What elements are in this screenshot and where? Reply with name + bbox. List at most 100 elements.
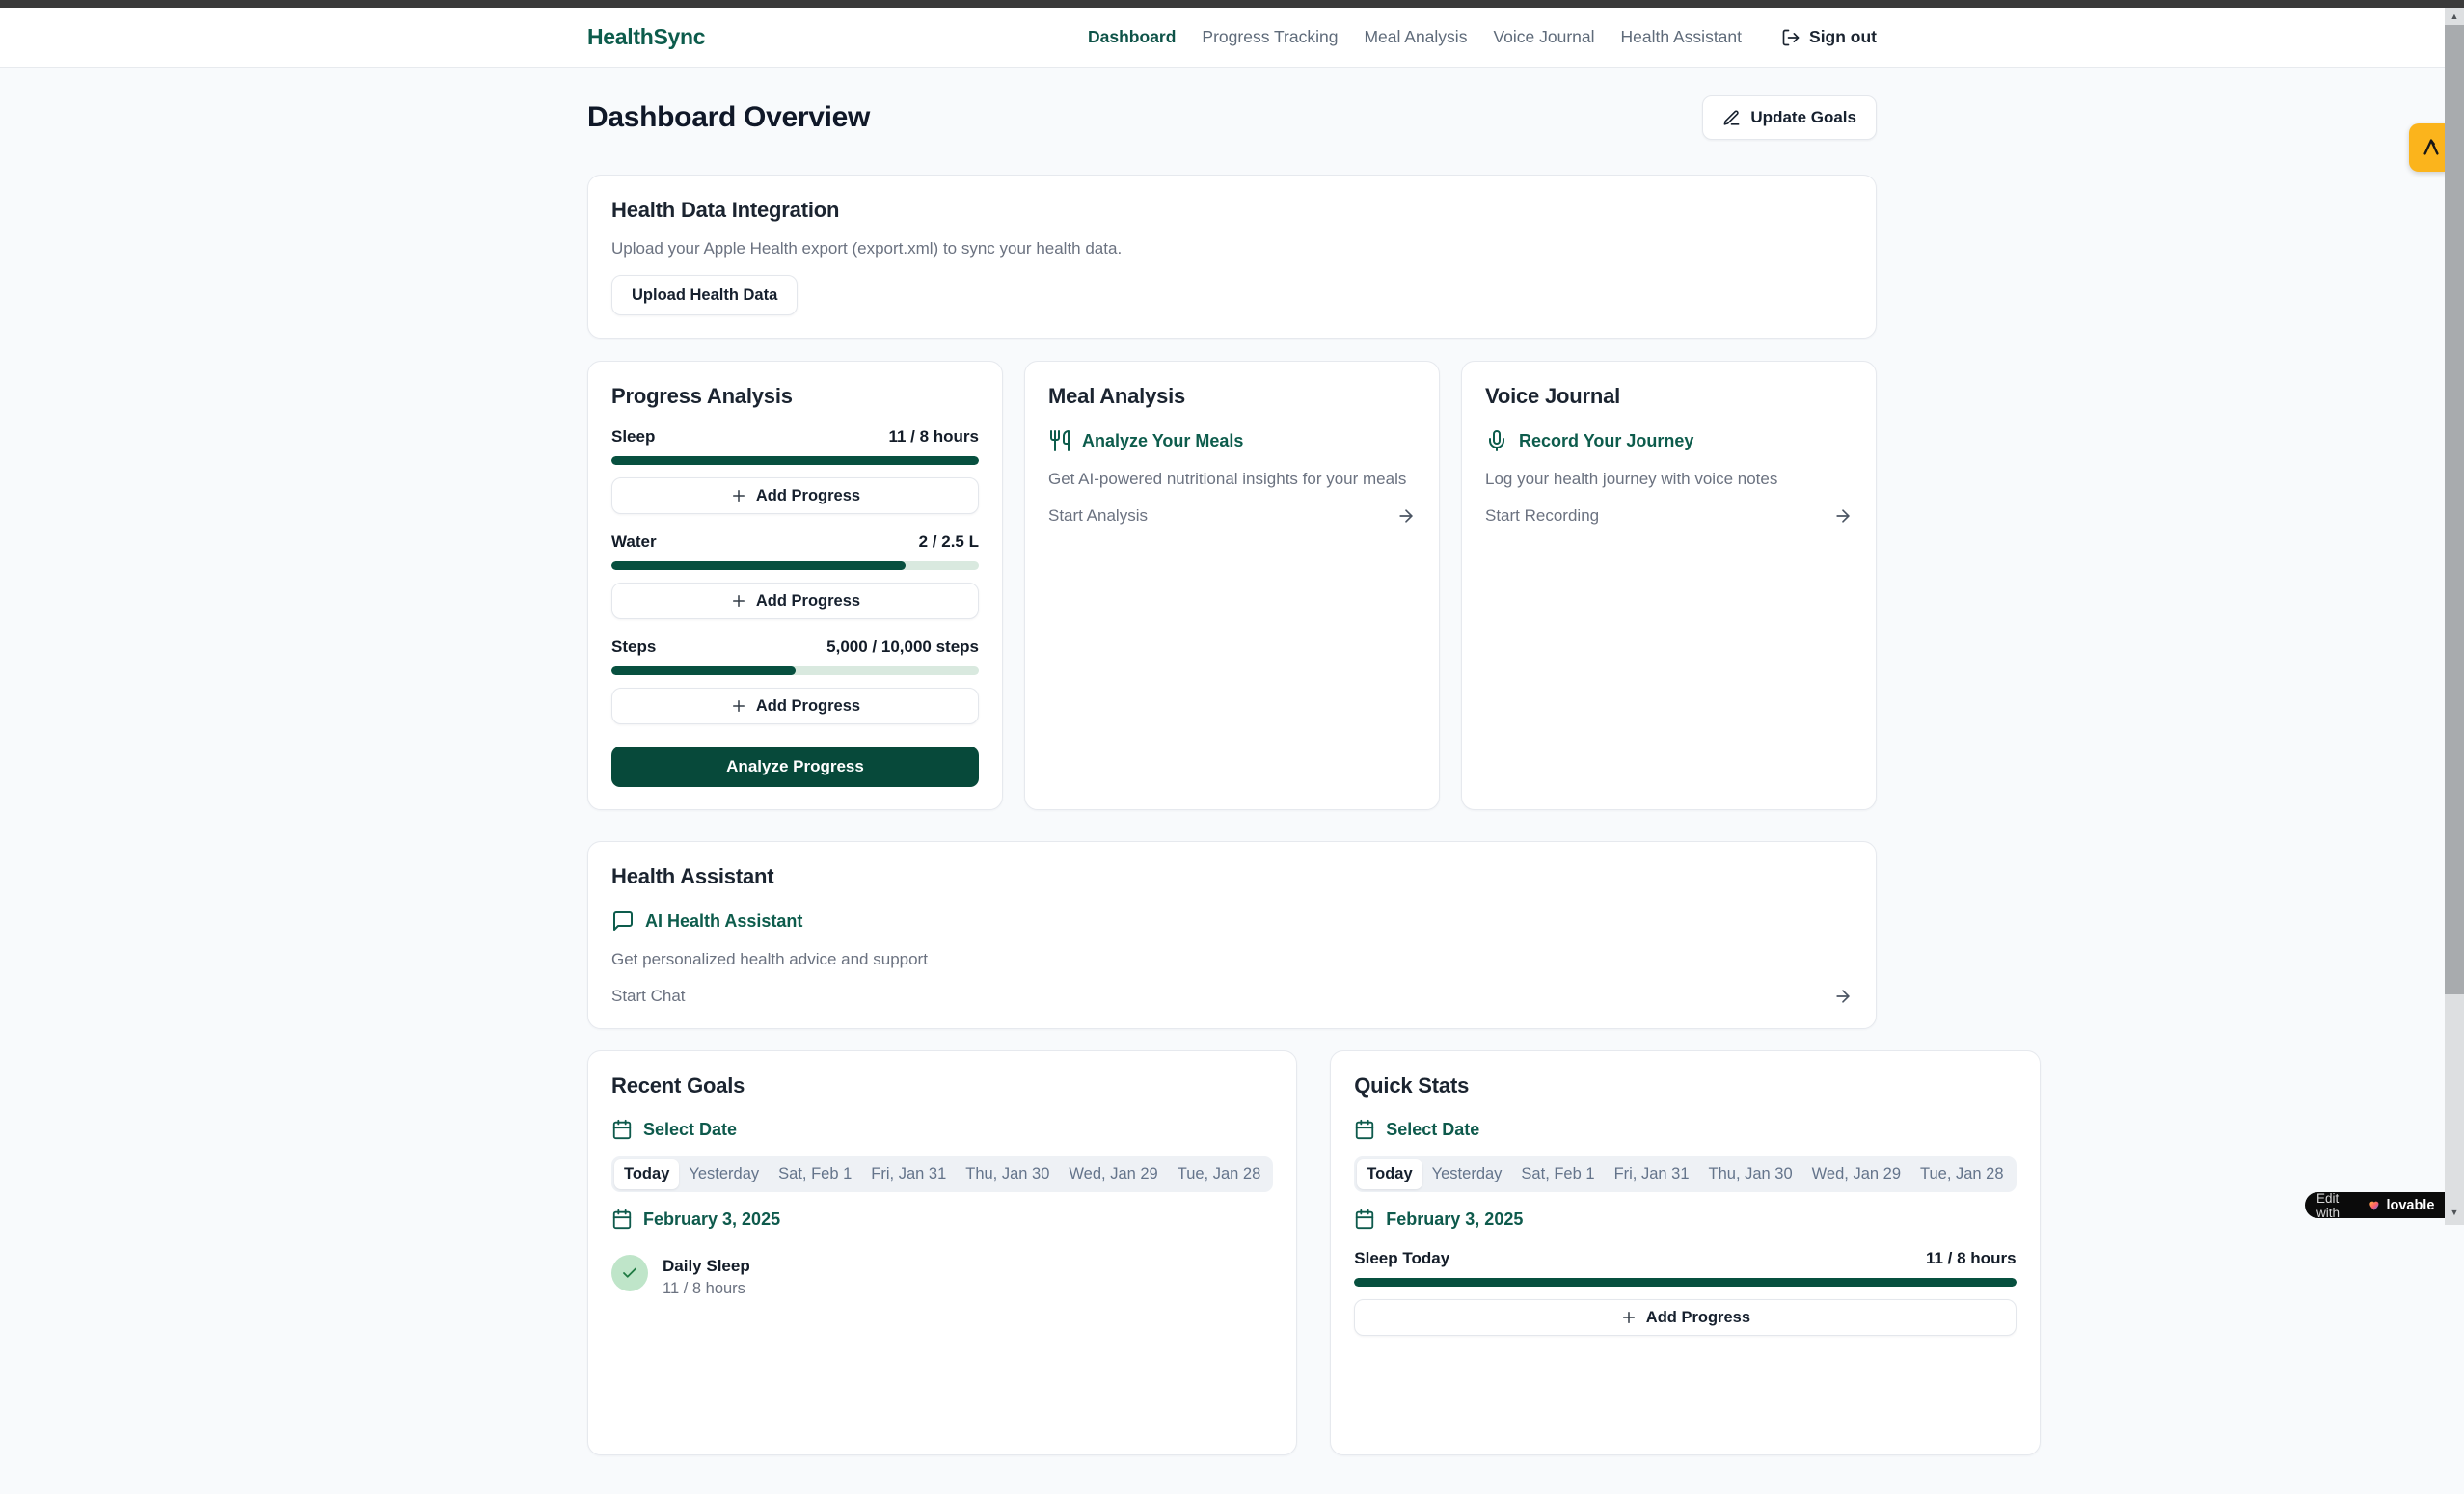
date-tabs-goals: Today Yesterday Sat, Feb 1 Fri, Jan 31 T… [611,1156,1273,1192]
metric-water: Water 2 / 2.5 L Add Progress [611,532,979,619]
tab-thu-jan-30[interactable]: Thu, Jan 30 [956,1159,1059,1189]
plus-icon [730,487,747,504]
tab-fri-jan-31[interactable]: Fri, Jan 31 [1605,1159,1699,1189]
goal-entry-daily-sleep: Daily Sleep 11 / 8 hours [611,1255,1273,1298]
health-assistant-title: Health Assistant [611,864,1853,889]
select-date-button-goals[interactable]: Select Date [611,1119,1273,1140]
tab-thu-jan-30[interactable]: Thu, Jan 30 [1699,1159,1802,1189]
start-analysis-action[interactable]: Start Analysis [1048,506,1416,526]
progress-analysis-title: Progress Analysis [611,384,979,409]
tab-yesterday[interactable]: Yesterday [679,1159,769,1189]
metric-value: 11 / 8 hours [888,427,979,447]
metric-label: Water [611,532,657,552]
record-your-journey-link[interactable]: Record Your Journey [1485,429,1853,452]
current-date-goals: February 3, 2025 [611,1209,1273,1230]
analyze-progress-button[interactable]: Analyze Progress [611,747,979,787]
update-goals-button[interactable]: Update Goals [1702,95,1877,140]
pencil-icon [1722,109,1741,127]
metric-steps: Steps 5,000 / 10,000 steps Add Progress [611,638,979,724]
health-assistant-description: Get personalized health advice and suppo… [611,950,1853,969]
ai-health-assistant-link[interactable]: AI Health Assistant [611,910,1853,933]
scroll-down-arrow[interactable]: ▼ [2445,1204,2464,1221]
utensils-icon [1048,429,1071,452]
record-your-journey-label: Record Your Journey [1519,431,1693,451]
add-progress-button-sleep[interactable]: Add Progress [611,477,979,514]
calendar-icon [611,1119,633,1140]
metric-sleep: Sleep 11 / 8 hours Add Progress [611,427,979,514]
analyze-your-meals-link[interactable]: Analyze Your Meals [1048,429,1416,452]
vertical-scrollbar[interactable]: ▲ ▼ [2445,8,2464,1225]
metric-label: Sleep Today [1354,1249,1449,1268]
start-chat-label: Start Chat [611,987,686,1006]
date-tabs-stats: Today Yesterday Sat, Feb 1 Fri, Jan 31 T… [1354,1156,2016,1192]
add-progress-label: Add Progress [756,592,860,611]
metric-label: Steps [611,638,656,657]
scrollbar-thumb[interactable] [2445,25,2464,994]
app-header: HealthSync Dashboard Progress Tracking M… [0,8,2464,68]
metric-label: Sleep [611,427,655,447]
tab-wed-jan-29[interactable]: Wed, Jan 29 [1802,1159,1910,1189]
logout-icon [1781,28,1801,47]
start-recording-action[interactable]: Start Recording [1485,506,1853,526]
calendar-icon [1354,1209,1375,1230]
add-progress-button-sleep-today[interactable]: Add Progress [1354,1299,2016,1336]
voice-journal-title: Voice Journal [1485,384,1853,409]
start-analysis-label: Start Analysis [1048,506,1148,526]
voice-journal-card: Voice Journal Record Your Journey Log yo… [1461,361,1877,810]
goal-complete-badge [611,1255,648,1291]
tab-today[interactable]: Today [1357,1159,1422,1189]
plus-icon [1620,1309,1638,1326]
nav-health-assistant[interactable]: Health Assistant [1621,27,1742,47]
quick-stats-title: Quick Stats [1354,1073,2016,1099]
health-data-integration-card: Health Data Integration Upload your Appl… [587,175,1877,339]
current-date-label: February 3, 2025 [1386,1209,1523,1230]
arrow-right-icon [1833,506,1853,526]
upload-health-data-button[interactable]: Upload Health Data [611,275,798,315]
calendar-icon [1354,1119,1375,1140]
chat-bubble-icon [611,910,635,933]
recent-goals-card: Recent Goals Select Date Today Yesterday… [587,1050,1297,1455]
add-progress-button-steps[interactable]: Add Progress [611,688,979,724]
current-date-label: February 3, 2025 [643,1209,780,1230]
heart-icon [2368,1198,2381,1212]
meal-analysis-title: Meal Analysis [1048,384,1416,409]
health-assistant-card: Health Assistant AI Health Assistant Get… [587,841,1877,1029]
ai-health-assistant-label: AI Health Assistant [645,911,802,932]
recent-goals-title: Recent Goals [611,1073,1273,1099]
tab-today[interactable]: Today [614,1159,679,1189]
tab-sat-feb-1[interactable]: Sat, Feb 1 [1511,1159,1604,1189]
quick-stats-card: Quick Stats Select Date Today Yesterday … [1330,1050,2040,1455]
plus-icon [730,697,747,715]
lovable-logo-icon [2421,137,2442,158]
check-icon [621,1264,638,1282]
start-chat-action[interactable]: Start Chat [611,987,1853,1006]
app-logo[interactable]: HealthSync [587,24,705,50]
meal-analysis-description: Get AI-powered nutritional insights for … [1048,470,1416,489]
tab-fri-jan-31[interactable]: Fri, Jan 31 [861,1159,956,1189]
tab-yesterday[interactable]: Yesterday [1422,1159,1512,1189]
nav-dashboard[interactable]: Dashboard [1088,27,1176,47]
nav-meal-analysis[interactable]: Meal Analysis [1364,27,1467,47]
tab-tue-jan-28[interactable]: Tue, Jan 28 [1168,1159,1271,1189]
meal-analysis-card: Meal Analysis Analyze Your Meals Get AI-… [1024,361,1440,810]
select-date-label: Select Date [1386,1120,1479,1140]
tab-wed-jan-29[interactable]: Wed, Jan 29 [1059,1159,1167,1189]
select-date-button-stats[interactable]: Select Date [1354,1119,2016,1140]
integration-description: Upload your Apple Health export (export.… [611,239,1853,258]
water-progress-bar [611,561,979,570]
nav-progress-tracking[interactable]: Progress Tracking [1202,27,1338,47]
start-recording-label: Start Recording [1485,506,1599,526]
edit-with-label: Edit with [2316,1191,2362,1220]
tab-sat-feb-1[interactable]: Sat, Feb 1 [769,1159,861,1189]
plus-icon [730,592,747,610]
window-top-strip [0,0,2464,8]
scroll-up-arrow[interactable]: ▲ [2445,8,2464,25]
edit-with-lovable-badge[interactable]: Edit with lovable × [2305,1192,2464,1218]
sign-out-button[interactable]: Sign out [1781,27,1877,47]
tab-tue-jan-28[interactable]: Tue, Jan 28 [1910,1159,2014,1189]
metric-value: 2 / 2.5 L [919,532,979,552]
nav-voice-journal[interactable]: Voice Journal [1493,27,1594,47]
main-nav: Dashboard Progress Tracking Meal Analysi… [1088,27,1877,47]
metric-sleep-today: Sleep Today 11 / 8 hours Add Progress [1354,1249,2016,1336]
add-progress-button-water[interactable]: Add Progress [611,583,979,619]
